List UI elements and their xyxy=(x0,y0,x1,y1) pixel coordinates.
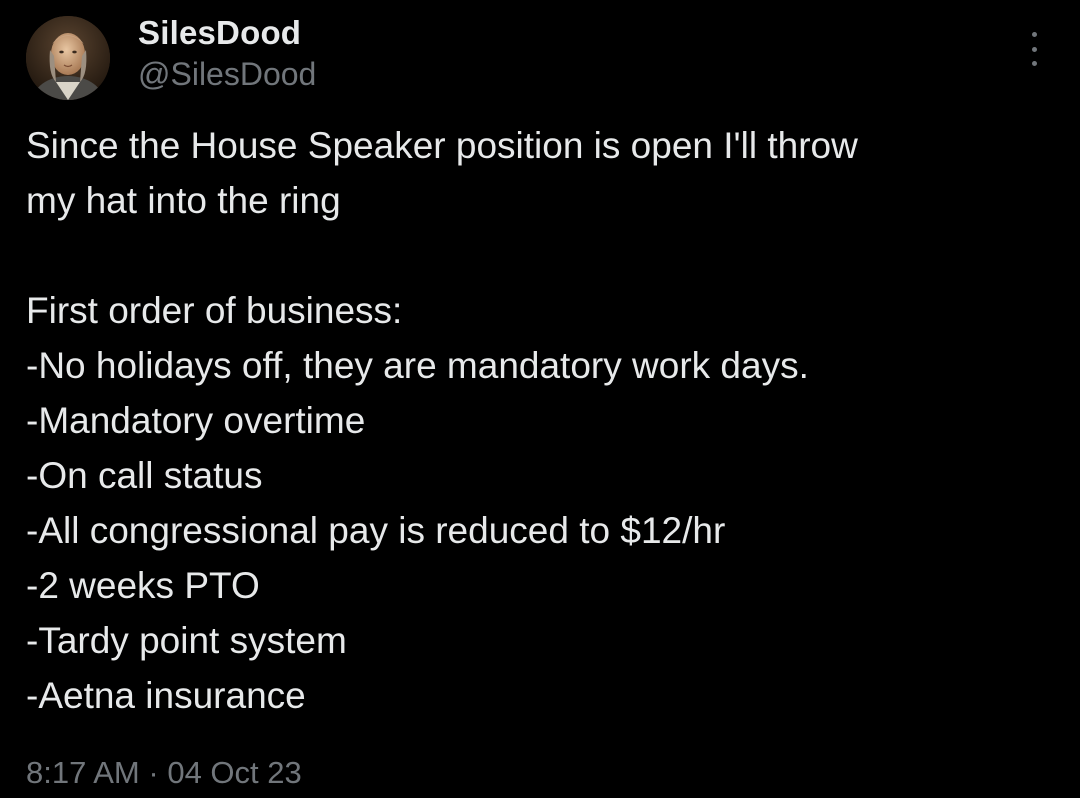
more-vertical-icon[interactable] xyxy=(1024,32,1044,66)
list-item: -Mandatory overtime xyxy=(26,400,366,441)
tweet: SilesDood @SilesDood Since the House Spe… xyxy=(0,0,1080,798)
author-handle[interactable]: @SilesDood xyxy=(138,54,316,94)
tweet-line: my hat into the ring xyxy=(26,180,341,221)
list-item: -Tardy point system xyxy=(26,620,347,661)
tweet-text: Since the House Speaker position is open… xyxy=(26,118,1056,723)
author-names: SilesDood @SilesDood xyxy=(138,14,316,94)
list-item: -2 weeks PTO xyxy=(26,565,260,606)
paragraph-break xyxy=(26,228,1056,283)
tweet-line: Since the House Speaker position is open… xyxy=(26,125,858,166)
display-name[interactable]: SilesDood xyxy=(138,14,316,52)
dot xyxy=(1031,32,1037,37)
tweet-time: 8:17 AM xyxy=(26,755,140,790)
list-item: -Aetna insurance xyxy=(26,675,306,716)
avatar[interactable] xyxy=(26,16,110,100)
portrait-avatar-icon xyxy=(26,16,110,100)
tweet-date: 04 Oct 23 xyxy=(167,755,302,790)
tweet-header: SilesDood @SilesDood xyxy=(26,14,1056,100)
list-item: -On call status xyxy=(26,455,263,496)
list-item: -No holidays off, they are mandatory wor… xyxy=(26,345,809,386)
tweet-timestamp[interactable]: 8:17 AM · 04 Oct 23 xyxy=(26,752,302,794)
meta-separator: · xyxy=(148,755,159,790)
list-item: -All congressional pay is reduced to $12… xyxy=(26,510,726,551)
list-heading: First order of business: xyxy=(26,290,403,331)
dot xyxy=(1031,46,1037,52)
dot xyxy=(1031,61,1037,66)
